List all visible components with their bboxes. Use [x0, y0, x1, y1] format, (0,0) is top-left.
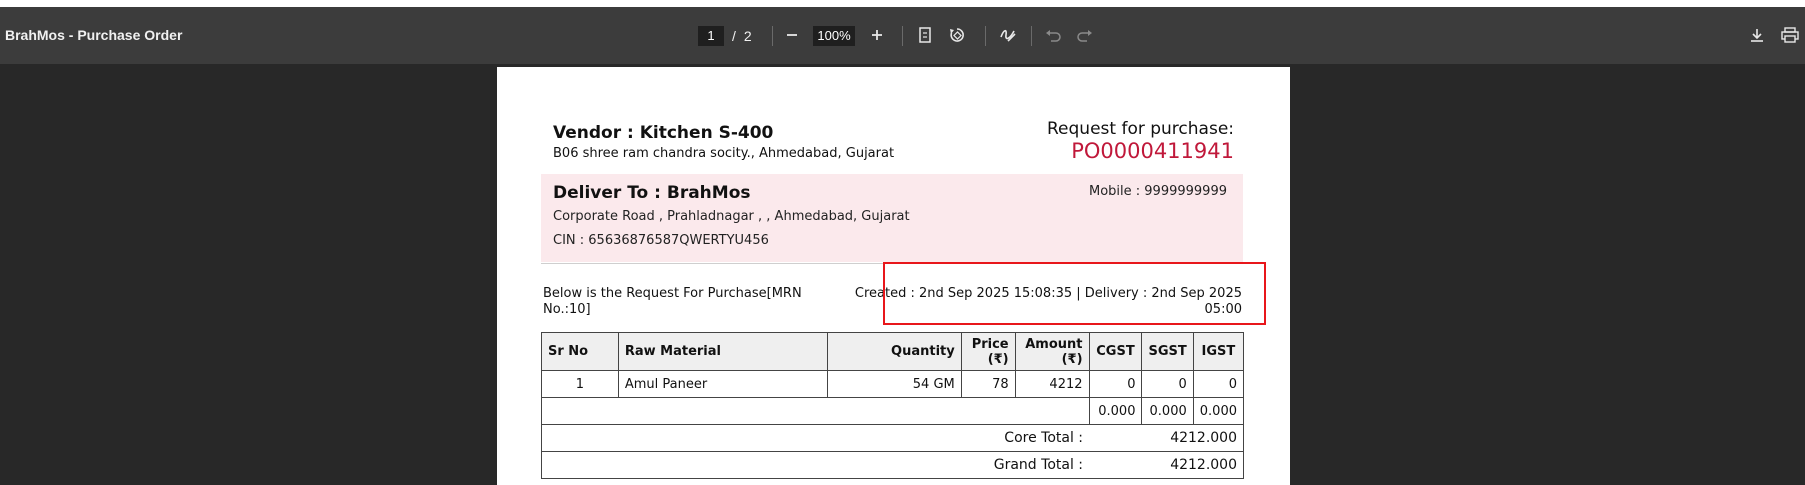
toolbar-divider — [985, 26, 986, 46]
page-total: 2 — [743, 27, 752, 44]
zoom-level: 100% — [813, 7, 855, 64]
tax-sum-row: 0.000 0.000 0.000 — [541, 397, 1245, 425]
cell-price: 78 — [960, 370, 1016, 398]
core-total-label: Core Total : — [541, 424, 1090, 452]
deliver-to-section: Deliver To : BrahMos Corporate Road , Pr… — [541, 174, 1243, 262]
cell-amount: 4212 — [1014, 370, 1090, 398]
deliver-address: Corporate Road , Prahladnagar , , Ahmeda… — [553, 209, 910, 224]
table-row: 1 Amul Paneer 54 GM 78 4212 0 0 0 — [541, 370, 1245, 398]
sum-cgst: 0.000 — [1088, 397, 1143, 425]
header-sgst: SGST — [1141, 332, 1194, 371]
header-raw-material: Raw Material — [617, 332, 829, 371]
plus-icon[interactable] — [865, 23, 889, 47]
header-cgst: CGST — [1088, 332, 1143, 371]
page-indicator: 1 / 2 — [698, 7, 752, 64]
undo-icon[interactable] — [1041, 23, 1065, 47]
draw-icon[interactable] — [996, 23, 1020, 47]
redo-icon[interactable] — [1073, 23, 1097, 47]
cell-raw-material: Amul Paneer — [617, 370, 829, 398]
sum-igst: 0.000 — [1192, 397, 1245, 425]
vendor-address: B06 shree ram chandra socity., Ahmedabad… — [553, 146, 895, 161]
rotate-icon[interactable] — [945, 23, 969, 47]
grand-total-label: Grand Total : — [541, 451, 1090, 479]
tax-sum-spacer — [541, 397, 1090, 425]
core-total-row: Core Total : 4212.000 — [541, 424, 1245, 452]
download-icon[interactable] — [1745, 23, 1769, 47]
pdf-toolbar: BrahMos - Purchase Order 1 / 2 100% — [0, 7, 1805, 64]
page-separator: / — [732, 27, 736, 44]
document-title: BrahMos - Purchase Order — [5, 27, 183, 43]
header-quantity: Quantity — [827, 332, 962, 371]
request-description: Below is the Request For Purchase[MRN No… — [543, 286, 802, 317]
page-number-input[interactable]: 1 — [698, 25, 724, 46]
cin-number: CIN : 65636876587QWERTYU456 — [553, 233, 769, 248]
cell-cgst: 0 — [1088, 370, 1143, 398]
cell-sr-no: 1 — [541, 370, 619, 398]
grand-total-row: Grand Total : 4212.000 — [541, 451, 1245, 479]
zoom-input[interactable]: 100% — [813, 25, 855, 46]
po-number: PO0000411941 — [1071, 139, 1234, 163]
header-igst: IGST — [1192, 332, 1245, 371]
highlight-box — [883, 262, 1266, 325]
minus-icon[interactable] — [780, 23, 804, 47]
items-table: Sr No Raw Material Quantity Price (₹) Am… — [541, 332, 1245, 479]
cell-quantity: 54 GM — [827, 370, 962, 398]
fit-page-icon[interactable] — [913, 23, 937, 47]
sum-sgst: 0.000 — [1141, 397, 1194, 425]
core-total-value: 4212.000 — [1089, 424, 1245, 452]
cell-igst: 0 — [1192, 370, 1245, 398]
header-price: Price (₹) — [960, 332, 1016, 371]
toolbar-divider — [902, 26, 903, 46]
window-top-strip — [0, 0, 1805, 7]
mobile-number: Mobile : 9999999999 — [1089, 184, 1227, 199]
header-amount: Amount (₹) — [1014, 332, 1090, 371]
deliver-title: Deliver To : BrahMos — [553, 183, 751, 203]
cell-sgst: 0 — [1141, 370, 1194, 398]
vendor-title: Vendor : Kitchen S-400 — [553, 123, 774, 143]
grand-total-value: 4212.000 — [1089, 451, 1245, 479]
header-sr-no: Sr No — [541, 332, 619, 371]
table-header-row: Sr No Raw Material Quantity Price (₹) Am… — [541, 332, 1245, 371]
request-label: Request for purchase: — [1047, 119, 1234, 139]
toolbar-divider — [1031, 26, 1032, 46]
print-icon[interactable] — [1778, 23, 1802, 47]
toolbar-divider — [772, 26, 773, 46]
